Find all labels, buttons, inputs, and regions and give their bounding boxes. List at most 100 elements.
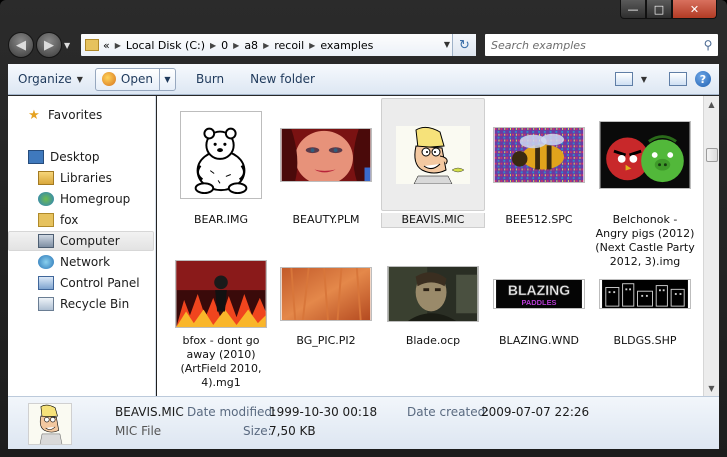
- vertical-scrollbar[interactable]: ▲ ▼: [703, 96, 719, 396]
- organize-button[interactable]: Organize ▼: [18, 72, 83, 86]
- file-item[interactable]: BLAZING PADDLES BLAZING.WND: [487, 256, 591, 348]
- size-label: Size:: [243, 424, 272, 438]
- change-view-icon[interactable]: [614, 72, 633, 86]
- file-name: BEAUTY.PLM: [292, 213, 360, 226]
- file-name: Blade.ocp: [405, 334, 461, 347]
- file-name: BEE512.SPC: [505, 213, 573, 226]
- chevron-right-icon[interactable]: ▶: [233, 41, 239, 50]
- computer-icon: [38, 234, 54, 248]
- chevron-right-icon: ▶: [114, 40, 121, 50]
- sidebar-item-favorites[interactable]: ★ Favorites: [26, 105, 172, 125]
- sidebar-item-computer[interactable]: Computer: [8, 231, 154, 251]
- sidebar-item-label: Network: [60, 255, 111, 269]
- back-arrow-icon[interactable]: ◀: [8, 32, 34, 58]
- sidebar-item-desktop[interactable]: Desktop: [28, 147, 174, 167]
- file-item[interactable]: bfox - dont go away (2010) (ArtField 201…: [169, 256, 273, 390]
- sidebar-item-label: Computer: [60, 234, 120, 248]
- address-dropdown-icon[interactable]: ▼: [444, 40, 450, 49]
- blade-thumbnail: [387, 266, 479, 322]
- sidebar-item-label: Control Panel: [60, 276, 140, 290]
- open-label: Open: [120, 72, 153, 86]
- preview-pane-icon[interactable]: [669, 72, 687, 86]
- libraries-icon: [38, 171, 54, 185]
- maximize-icon[interactable]: □: [646, 0, 672, 19]
- caption-buttons: — □ ✕: [620, 0, 717, 19]
- new-folder-button[interactable]: New folder: [250, 72, 315, 86]
- date-created-value: 2009-07-07 22:26: [481, 405, 590, 419]
- breadcrumb-overflow[interactable]: «: [103, 39, 110, 52]
- file-item[interactable]: BEAR.IMG: [169, 98, 273, 227]
- organize-label: Organize: [18, 72, 72, 86]
- file-item[interactable]: BG_PIC.PI2: [274, 256, 378, 348]
- burn-button[interactable]: Burn: [196, 72, 224, 86]
- bldgs-thumbnail: [599, 279, 691, 309]
- desktop-icon: [28, 150, 44, 164]
- sidebar-item-label: Homegroup: [60, 192, 131, 206]
- scroll-up-icon[interactable]: ▲: [704, 96, 719, 112]
- recycle-bin-icon: [38, 297, 54, 311]
- file-item[interactable]: BEE512.SPC: [487, 98, 591, 227]
- search-input[interactable]: Search examples: [485, 39, 698, 52]
- file-item[interactable]: BEAUTY.PLM: [274, 98, 378, 227]
- close-icon[interactable]: ✕: [672, 0, 717, 19]
- breadcrumb-recoil[interactable]: recoil: [274, 39, 304, 52]
- file-item[interactable]: BLDGS.SHP: [593, 256, 697, 348]
- date-modified-value: 1999-10-30 00:18: [269, 405, 378, 419]
- blazing-thumbnail: BLAZING PADDLES: [493, 279, 585, 309]
- open-dropdown-icon[interactable]: ▼: [158, 68, 175, 90]
- date-created-label: Date created:: [407, 405, 490, 419]
- file-name: BG_PIC.PI2: [296, 334, 356, 347]
- details-pane: BEAVIS.MIC MIC File Date modified: 1999-…: [8, 396, 719, 449]
- toolbar-right: ▼ ?: [614, 71, 711, 87]
- view-options-dropdown-icon[interactable]: ▼: [641, 75, 647, 84]
- window-bottom-border: [0, 449, 727, 457]
- file-name: BEAR.IMG: [193, 213, 249, 226]
- search-icon[interactable]: ⚲: [698, 38, 718, 52]
- control-panel-icon: [38, 276, 54, 290]
- address-bar[interactable]: « ▶ Local Disk (C:) ▶ 0 ▶ a8 ▶ recoil ▶ …: [80, 33, 477, 57]
- forward-arrow-icon[interactable]: ▶: [36, 32, 62, 58]
- breadcrumb-0[interactable]: 0: [221, 39, 228, 52]
- star-icon: ★: [28, 107, 40, 123]
- sidebar-item-label: fox: [60, 213, 79, 227]
- help-icon[interactable]: ?: [695, 71, 711, 87]
- file-item[interactable]: Blade.ocp: [381, 256, 485, 348]
- breadcrumb-local-disk[interactable]: Local Disk (C:): [126, 39, 205, 52]
- beavis-thumbnail: [396, 125, 470, 184]
- chevron-down-icon: ▼: [76, 74, 83, 84]
- thumbnail-frame: [274, 98, 378, 211]
- recent-pages-dropdown[interactable]: ▼: [64, 41, 76, 50]
- thumbnail-frame: BLAZING PADDLES: [487, 256, 591, 332]
- minimize-icon[interactable]: —: [620, 0, 646, 19]
- angry-pigs-thumbnail: [599, 120, 691, 189]
- chevron-right-icon[interactable]: ▶: [210, 41, 216, 50]
- search-box[interactable]: Search examples ⚲: [484, 33, 719, 57]
- scroll-down-icon[interactable]: ▼: [704, 380, 719, 396]
- explorer-window: — □ ✕ ◀ ▶ ▼ « ▶ Local Disk (C:) ▶ 0 ▶ a8…: [0, 0, 727, 457]
- open-with-icon: [101, 72, 116, 86]
- chevron-right-icon[interactable]: ▶: [309, 41, 315, 50]
- file-name: bfox - dont go away (2010) (ArtField 201…: [180, 334, 262, 389]
- file-name: BEAVIS.MIC: [401, 213, 465, 226]
- breadcrumb-a8[interactable]: a8: [244, 39, 258, 52]
- breadcrumb: « ▶ Local Disk (C:) ▶ 0 ▶ a8 ▶ recoil ▶ …: [103, 39, 373, 52]
- command-bar: Organize ▼ Open ▼ Burn New folder ▼ ?: [8, 64, 719, 95]
- thumbnail-frame: [593, 98, 697, 211]
- scrollbar-thumb[interactable]: [706, 148, 718, 162]
- network-icon: [38, 255, 54, 269]
- bfox-thumbnail: [175, 260, 267, 328]
- file-item-selected[interactable]: BEAVIS.MIC: [381, 98, 485, 228]
- file-list: BEAR.IMG BEAUTY.PLM BEAVIS.MIC BEE512.SP…: [157, 96, 703, 396]
- bg-pic-thumbnail: [280, 267, 372, 321]
- breadcrumb-examples[interactable]: examples: [320, 39, 373, 52]
- chevron-right-icon[interactable]: ▶: [263, 41, 269, 50]
- thumbnail-frame: [487, 98, 591, 211]
- refresh-icon[interactable]: ↻: [452, 34, 476, 56]
- thumbnail-frame: [169, 256, 273, 332]
- beauty-thumbnail: [280, 127, 372, 182]
- sidebar-item-label: Favorites: [48, 108, 103, 122]
- open-button[interactable]: Open ▼: [94, 67, 176, 91]
- file-item[interactable]: Belchonok - Angry pigs (2012) (Next Cast…: [593, 98, 697, 269]
- thumbnail-frame: [274, 256, 378, 332]
- blazing-subtitle-text: PADDLES: [521, 298, 556, 307]
